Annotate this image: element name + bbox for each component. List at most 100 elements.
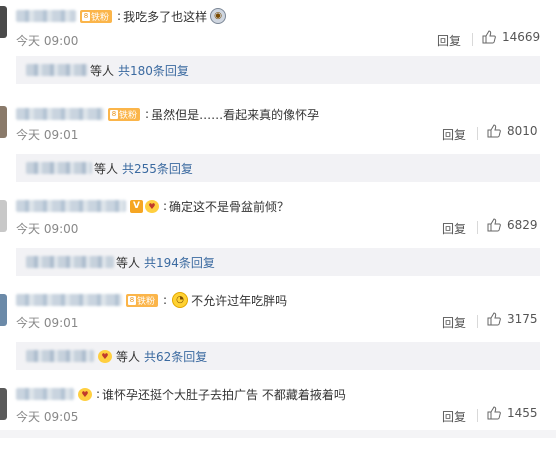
time-prefix: 今天 (16, 316, 41, 330)
like-count: 8010 (507, 124, 538, 138)
sub-replies-summary[interactable]: 等人 共194条回复 (16, 248, 540, 276)
fan-badge: 8 铁粉 (80, 9, 113, 23)
divider (477, 221, 478, 234)
divider (477, 409, 478, 422)
comment-time: 今天 09:01 (16, 314, 78, 331)
avatar[interactable] (0, 294, 7, 326)
like-button[interactable]: 3175 (487, 312, 538, 326)
comment-text: 谁怀孕还挺个大肚子去拍广告 不都藏着掖着吗 (102, 387, 346, 402)
comment-item: 8 铁粉 : 我吃多了也这样 ◉ 今天 09:00 回复 14669 等人 共18… (0, 0, 556, 94)
reply-usernames (26, 64, 88, 76)
time-value: 09:01 (43, 316, 79, 330)
sub-people: 等人 (90, 63, 115, 78)
like-count: 6829 (507, 218, 538, 232)
reply-usernames (26, 350, 94, 362)
fan-badge: 8 铁粉 (126, 293, 159, 307)
comment-text: 我吃多了也这样 (123, 9, 208, 24)
time-value: 09:00 (43, 34, 79, 48)
time-value: 09:01 (43, 128, 79, 142)
thumbs-up-icon (482, 30, 496, 44)
comment-body: 8 铁粉 : ◔ 不允许过年吃胖吗 (16, 290, 287, 310)
comment-time: 今天 09:00 (16, 220, 78, 237)
reply-button[interactable]: 回复 (442, 220, 466, 237)
like-button[interactable]: 14669 (482, 30, 540, 44)
avatar[interactable] (0, 200, 7, 232)
time-prefix: 今天 (16, 222, 41, 236)
sub-replies-summary[interactable]: ♥ 等人 共62条回复 (16, 342, 540, 370)
reply-button[interactable]: 回复 (442, 126, 466, 143)
fan-level-icon: 8 (128, 295, 136, 305)
colon: : (163, 293, 168, 307)
colon: : (117, 9, 122, 23)
username[interactable] (16, 108, 104, 120)
comment-text: 不允许过年吃胖吗 (191, 293, 288, 308)
comment-item: ♥ : 谁怀孕还挺个大肚子去拍广告 不都藏着掖着吗 今天 09:05 回复 14… (0, 376, 556, 470)
avatar[interactable] (0, 6, 7, 38)
avatar[interactable] (0, 388, 7, 420)
sub-people: 等人 (94, 161, 119, 176)
like-count: 1455 (507, 406, 538, 420)
like-button[interactable]: 6829 (487, 218, 538, 232)
reply-usernames (26, 162, 92, 174)
fan-badge-label: 铁粉 (119, 110, 138, 121)
thumbs-up-icon (487, 406, 501, 420)
fan-level-icon: 8 (110, 109, 118, 119)
time-prefix: 今天 (16, 34, 41, 48)
member-icon: ♥ (98, 349, 112, 363)
comment-item: 8 铁粉 : ◔ 不允许过年吃胖吗 今天 09:01 回复 3175 ♥ 等人 共… (0, 282, 556, 376)
time-prefix: 今天 (16, 410, 41, 424)
embarrassed-emoji-icon: ◔ (172, 292, 189, 308)
comment-body: 8 铁粉 : 虽然但是……看起来真的像怀孕 (16, 104, 319, 124)
fan-badge: 8 铁粉 (108, 107, 141, 121)
like-button[interactable]: 1455 (487, 406, 538, 420)
fan-badge-label: 铁粉 (137, 296, 156, 307)
view-replies-link[interactable]: 共62条回复 (144, 348, 207, 365)
comment-text: 确定这不是骨盆前倾？ (169, 199, 290, 214)
reply-button[interactable]: 回复 (442, 408, 466, 425)
username[interactable] (16, 10, 76, 22)
sub-people: 等人 (116, 349, 141, 364)
member-icon: ♥ (78, 387, 92, 401)
like-count: 3175 (507, 312, 538, 326)
reply-button[interactable]: 回复 (442, 314, 466, 331)
comment-item: V ♥ : 确定这不是骨盆前倾？ 今天 09:00 回复 6829 等人 共19… (0, 188, 556, 282)
next-section-edge (0, 430, 556, 438)
time-value: 09:00 (43, 222, 79, 236)
comment-time: 今天 09:01 (16, 126, 78, 143)
like-count: 14669 (502, 30, 541, 44)
colon: : (163, 199, 168, 213)
view-replies-link[interactable]: 共180条回复 (118, 62, 189, 79)
comment-body: V ♥ : 确定这不是骨盆前倾？ (16, 196, 289, 216)
time-value: 09:05 (43, 410, 79, 424)
divider (477, 127, 478, 140)
thumbs-up-icon (487, 218, 501, 232)
fan-level-icon: 8 (82, 11, 90, 21)
comment-item: 8 铁粉 : 虽然但是……看起来真的像怀孕 今天 09:01 回复 8010 等人… (0, 94, 556, 188)
sub-replies-summary[interactable]: 等人 共180条回复 (16, 56, 540, 84)
thumbs-up-icon (487, 124, 501, 138)
time-prefix: 今天 (16, 128, 41, 142)
verified-v-icon: V (130, 199, 143, 213)
comment-body: 8 铁粉 : 我吃多了也这样 ◉ (16, 6, 229, 26)
reply-button[interactable]: 回复 (437, 32, 461, 49)
username[interactable] (16, 294, 122, 306)
like-button[interactable]: 8010 (487, 124, 538, 138)
fan-badge-label: 铁粉 (91, 12, 110, 23)
comment-body: ♥ : 谁怀孕还挺个大肚子去拍广告 不都藏着掖着吗 (16, 384, 346, 404)
sub-people: 等人 (116, 255, 141, 270)
sub-replies-summary[interactable]: 等人 共255条回复 (16, 154, 540, 182)
member-icon: ♥ (145, 199, 159, 213)
comment-text: 虽然但是……看起来真的像怀孕 (151, 107, 320, 122)
username[interactable] (16, 388, 74, 400)
thumbs-up-icon (487, 312, 501, 326)
username[interactable] (16, 200, 126, 212)
divider (477, 315, 478, 328)
colon: : (96, 387, 101, 401)
avatar[interactable] (0, 106, 7, 138)
view-replies-link[interactable]: 共255条回复 (122, 160, 193, 177)
reply-usernames (26, 256, 114, 268)
colon: : (145, 107, 150, 121)
view-replies-link[interactable]: 共194条回复 (144, 254, 215, 271)
shocked-emoji-icon: ◉ (210, 8, 227, 24)
comment-time: 今天 09:05 (16, 408, 78, 425)
